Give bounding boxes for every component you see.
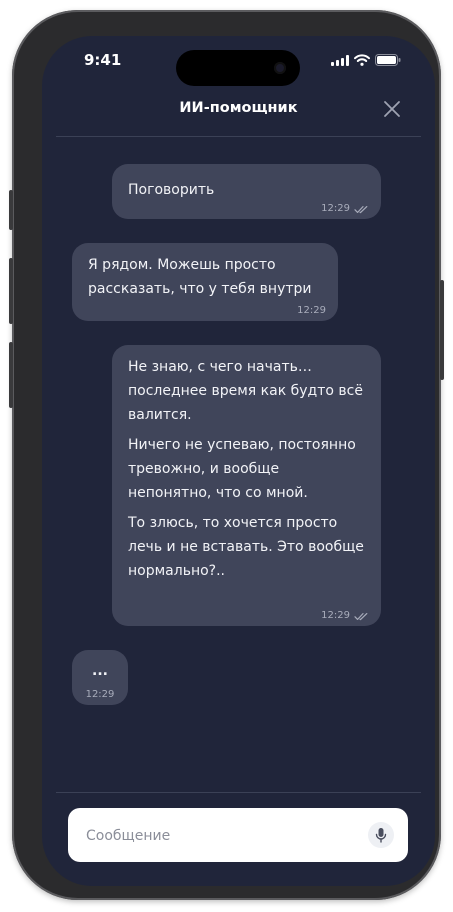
message-input[interactable] — [84, 808, 358, 864]
volume-up-button — [9, 258, 13, 324]
message-time: 12:29 — [297, 305, 326, 316]
status-bar: 9:41 — [42, 36, 435, 86]
typing-indicator: ... — [92, 663, 108, 679]
chat-header: ИИ-помощник — [56, 92, 421, 137]
message-meta: 12:29 — [321, 203, 369, 215]
camera-icon — [274, 62, 286, 74]
message-composer — [68, 808, 408, 864]
message-incoming[interactable]: Я рядом. Можешь просто рассказать, что у… — [72, 243, 338, 321]
message-time: 12:29 — [321, 203, 350, 214]
close-icon — [384, 101, 400, 117]
dynamic-island — [176, 50, 300, 86]
microphone-button[interactable] — [368, 822, 394, 848]
message-paragraph: То злюсь, то хочется просто лечь и не вс… — [128, 515, 364, 579]
screen: 9:41 ИИ-помощник Поговорить 12:29 Я рядо… — [42, 36, 435, 886]
message-time: 12:29 — [85, 689, 115, 700]
status-icons — [331, 54, 401, 66]
message-text: Я рядом. Можешь просто рассказать, что у… — [88, 257, 312, 297]
wifi-icon — [354, 54, 370, 66]
message-meta: 12:29 — [297, 305, 326, 317]
composer-divider — [56, 792, 421, 793]
message-text: Поговорить — [128, 182, 215, 198]
signal-icon — [331, 55, 349, 66]
battery-icon — [375, 54, 401, 66]
status-time: 9:41 — [84, 51, 122, 69]
action-button — [9, 190, 13, 230]
message-outgoing[interactable]: Не знаю, с чего начать… последнее время … — [112, 345, 381, 626]
message-incoming-typing[interactable]: ... 12:29 — [72, 650, 128, 705]
message-paragraph: Ничего не успеваю, постоянно тревожно, и… — [128, 437, 356, 501]
chat-title: ИИ-помощник — [179, 100, 298, 116]
double-check-icon — [354, 205, 368, 213]
double-check-icon — [354, 612, 368, 620]
message-paragraph: Не знаю, с чего начать… последнее время … — [128, 359, 363, 423]
phone-frame: 9:41 ИИ-помощник Поговорить 12:29 Я рядо… — [9, 10, 444, 900]
microphone-icon — [375, 828, 387, 843]
power-button — [440, 280, 444, 380]
message-outgoing[interactable]: Поговорить 12:29 — [112, 164, 381, 219]
message-meta: 12:29 — [321, 610, 369, 622]
message-time: 12:29 — [321, 610, 350, 621]
close-button[interactable] — [383, 100, 401, 118]
message-meta: 12:29 — [72, 689, 128, 701]
volume-down-button — [9, 342, 13, 408]
